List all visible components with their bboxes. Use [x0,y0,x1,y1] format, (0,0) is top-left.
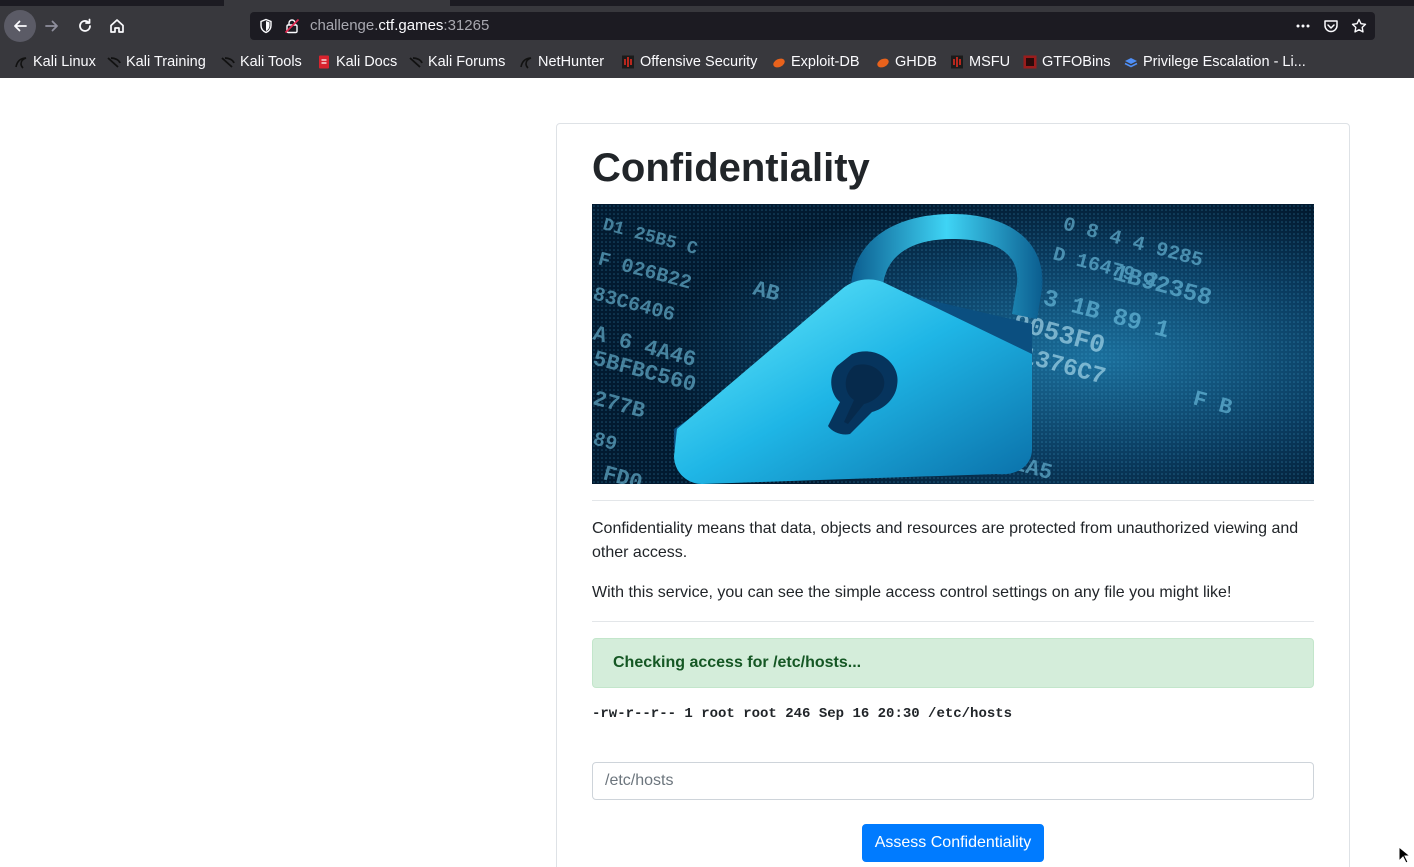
bookmark-privilege-escalation[interactable]: Privilege Escalation - Li... [1124,52,1306,72]
bookmark-nethunter[interactable]: NetHunter [519,52,604,72]
url-prefix: challenge. [310,17,379,34]
exploitdb-icon [773,58,785,68]
bookmark-kali-forums[interactable]: Kali Forums [409,52,505,72]
url-text[interactable]: challenge.ctf.games:31265 [310,17,489,34]
bookmark-star-icon[interactable] [1351,18,1367,34]
bookmarks-toolbar: Kali Linux Kali Training Kali Tools Kali… [0,48,1414,76]
gtfobins-icon [1023,55,1037,69]
kali-docs-icon [319,55,329,69]
file-path-input[interactable] [592,762,1314,800]
back-button[interactable] [4,10,36,42]
assess-confidentiality-button[interactable]: Assess Confidentiality [862,824,1044,862]
kali-dragon-icon [107,57,121,68]
padlock-illustration: D1 25B5 C F 026B22 83C6406 A 6 4A46 5BFB… [592,204,1314,484]
reload-button[interactable] [69,10,101,42]
bookmark-offensive-security[interactable]: Offensive Security [621,52,757,72]
pocket-icon[interactable] [1323,18,1339,34]
bookmark-exploit-db[interactable]: Exploit-DB [772,52,860,72]
browser-chrome: challenge.ctf.games:31265 Kali Linux Kal… [0,0,1414,78]
arrow-left-icon [14,20,27,32]
alert-text: Checking access for /etc/hosts... [613,654,862,671]
bookmark-gtfobins[interactable]: GTFOBins [1023,52,1110,72]
mouse-cursor-icon [1398,846,1410,864]
tab-strip [0,0,1414,6]
description-paragraph: Confidentiality means that data, objects… [592,520,1299,561]
reload-icon [79,18,91,32]
bookmark-kali-training[interactable]: Kali Training [107,52,206,72]
bookmark-kali-docs[interactable]: Kali Docs [317,52,397,72]
bookmark-ghdb[interactable]: GHDB [876,52,937,72]
insecure-lock-icon[interactable] [284,18,300,34]
url-port: :31265 [443,17,490,34]
bookmark-label: Kali Tools [240,54,302,70]
tracking-shield-icon[interactable] [258,18,274,34]
bookmark-kali-tools[interactable]: Kali Tools [221,52,302,72]
hero-image-unlocked-padlock: D1 25B5 C F 026B22 83C6406 A 6 4A46 5BFB… [592,204,1314,484]
offsec-icon [951,55,963,69]
bookmark-msfu[interactable]: MSFU [950,52,1010,72]
kali-dragon-icon [221,57,235,68]
bookmark-label: Offensive Security [640,54,758,70]
exploitdb-icon [877,58,889,68]
bookmark-label: GHDB [895,54,937,70]
permissions-output: -rw-r--r-- 1 root root 246 Sep 16 20:30 … [592,706,1013,722]
divider-bottom [592,621,1314,622]
page-title: Confidentiality [592,146,870,190]
success-alert: Checking access for /etc/hosts... [592,638,1314,688]
url-bar[interactable]: challenge.ctf.games:31265 [250,12,1375,40]
bookmark-label: Privilege Escalation - Li... [1143,54,1306,70]
nethunter-icon [520,57,532,69]
kali-dragon-icon [15,57,27,69]
bookmark-label: NetHunter [538,54,605,70]
page-actions-menu-icon[interactable] [1295,18,1311,34]
arrow-right-icon [45,20,58,32]
bookmark-label: GTFOBins [1042,54,1111,70]
offsec-icon [622,55,634,69]
book-icon [1124,58,1138,68]
bookmark-label: Kali Training [126,54,206,70]
divider-top [592,500,1314,501]
forward-button[interactable] [36,10,68,42]
active-tab[interactable] [224,0,450,6]
home-button[interactable] [101,10,133,42]
url-host: ctf.games [378,17,444,34]
service-paragraph: With this service, you can see the simpl… [592,584,1232,601]
bookmark-label: Kali Docs [336,54,398,70]
bookmark-kali-linux[interactable]: Kali Linux [14,52,96,72]
bookmark-label: Kali Linux [33,54,96,70]
kali-dragon-icon [409,57,423,68]
bookmark-label: Exploit-DB [791,54,860,70]
home-icon [110,19,124,33]
content-card: Confidentiality D1 25B5 C F 026B22 83C64… [556,123,1350,867]
bookmark-label: Kali Forums [428,54,506,70]
bookmark-label: MSFU [969,54,1011,70]
